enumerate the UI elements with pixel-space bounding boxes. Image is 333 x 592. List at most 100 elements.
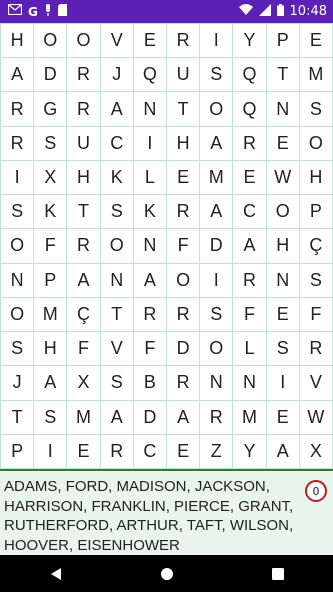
grid-letter-cell[interactable]: R [167,297,201,333]
grid-letter-cell[interactable]: E [233,160,267,196]
grid-letter-cell[interactable]: D [133,400,167,435]
grid-letter-cell[interactable]: E [266,126,300,161]
grid-letter-cell[interactable]: T [67,195,101,230]
grid-letter-cell[interactable]: S [100,195,134,230]
grid-letter-cell[interactable]: O [200,332,234,367]
grid-letter-cell[interactable]: H [1,24,35,59]
grid-letter-cell[interactable]: I [1,160,35,196]
grid-letter-cell[interactable]: Q [133,58,167,93]
grid-letter-cell[interactable]: R [1,92,35,127]
home-button[interactable] [147,559,187,589]
back-button[interactable] [36,559,76,589]
grid-letter-cell[interactable]: A [1,58,35,93]
grid-letter-cell[interactable]: M [299,58,333,93]
grid-letter-cell[interactable]: E [266,400,300,435]
grid-letter-cell[interactable]: B [133,366,167,401]
grid-letter-cell[interactable]: E [266,297,300,333]
grid-letter-cell[interactable]: C [133,434,167,469]
grid-letter-cell[interactable]: N [100,263,134,298]
grid-letter-cell[interactable]: F [233,297,267,333]
grid-letter-cell[interactable]: A [100,92,134,127]
grid-letter-cell[interactable]: G [34,92,68,127]
grid-letter-cell[interactable]: C [100,126,134,161]
grid-letter-cell[interactable]: F [133,332,167,367]
grid-letter-cell[interactable]: E [167,434,201,469]
grid-letter-cell[interactable]: O [200,92,234,127]
grid-letter-cell[interactable]: I [34,434,68,469]
grid-letter-cell[interactable]: S [200,58,234,93]
grid-letter-cell[interactable]: N [266,92,300,127]
grid-letter-cell[interactable]: Y [233,24,267,59]
grid-letter-cell[interactable]: V [299,366,333,401]
grid-letter-cell[interactable]: K [34,195,68,230]
grid-letter-cell[interactable]: R [100,434,134,469]
grid-letter-cell[interactable]: F [34,229,68,264]
grid-letter-cell[interactable]: N [233,366,267,401]
grid-letter-cell[interactable]: H [299,160,333,196]
grid-letter-cell[interactable]: X [34,160,68,196]
grid-letter-cell[interactable]: N [133,229,167,264]
grid-letter-cell[interactable]: D [200,229,234,264]
grid-letter-cell[interactable]: N [266,263,300,298]
grid-letter-cell[interactable]: A [233,229,267,264]
grid-letter-cell[interactable]: W [299,400,333,435]
grid-letter-cell[interactable]: O [1,229,35,264]
grid-letter-cell[interactable]: R [67,229,101,264]
grid-letter-cell[interactable]: A [266,434,300,469]
grid-letter-cell[interactable]: T [266,58,300,93]
grid-letter-cell[interactable]: T [100,297,134,333]
grid-letter-cell[interactable]: H [67,160,101,196]
recents-button[interactable] [258,559,298,589]
grid-letter-cell[interactable]: M [233,400,267,435]
grid-letter-cell[interactable]: I [133,126,167,161]
grid-letter-cell[interactable]: F [167,229,201,264]
grid-letter-cell[interactable]: Q [233,92,267,127]
word-search-board[interactable]: HOOVERIYPEADRJQUSQTMRGRANTOQNSRSUCIHAREO… [0,23,333,469]
grid-letter-cell[interactable]: E [133,24,167,59]
grid-letter-cell[interactable]: Z [200,434,234,469]
grid-letter-cell[interactable]: H [34,332,68,367]
grid-letter-cell[interactable]: O [299,126,333,161]
grid-letter-cell[interactable]: T [167,92,201,127]
grid-letter-cell[interactable]: P [34,263,68,298]
grid-letter-cell[interactable]: P [299,195,333,230]
grid-letter-cell[interactable]: F [299,297,333,333]
grid-letter-cell[interactable]: V [100,24,134,59]
grid-letter-cell[interactable]: W [266,160,300,196]
grid-letter-cell[interactable]: F [67,332,101,367]
grid-letter-cell[interactable]: A [67,263,101,298]
grid-letter-cell[interactable]: S [1,195,35,230]
grid-letter-cell[interactable]: C [233,195,267,230]
grid-letter-cell[interactable]: X [67,366,101,401]
grid-letter-cell[interactable]: K [133,195,167,230]
grid-letter-cell[interactable]: S [299,92,333,127]
grid-letter-cell[interactable]: K [100,160,134,196]
grid-letter-cell[interactable]: U [67,126,101,161]
grid-letter-cell[interactable]: A [133,263,167,298]
grid-letter-cell[interactable]: N [200,366,234,401]
grid-letter-cell[interactable]: E [67,434,101,469]
grid-letter-cell[interactable]: S [266,332,300,367]
grid-letter-cell[interactable]: R [167,24,201,59]
grid-letter-cell[interactable]: X [299,434,333,469]
grid-letter-cell[interactable]: R [233,126,267,161]
grid-letter-cell[interactable]: D [34,58,68,93]
grid-letter-cell[interactable]: S [34,400,68,435]
grid-letter-cell[interactable]: N [1,263,35,298]
grid-letter-cell[interactable]: R [67,92,101,127]
grid-letter-cell[interactable]: L [233,332,267,367]
grid-letter-cell[interactable]: R [67,58,101,93]
grid-letter-cell[interactable]: R [299,332,333,367]
grid-letter-cell[interactable]: D [167,332,201,367]
grid-letter-cell[interactable]: O [266,195,300,230]
grid-letter-cell[interactable]: V [100,332,134,367]
grid-letter-cell[interactable]: H [167,126,201,161]
grid-letter-cell[interactable]: Ç [299,229,333,264]
grid-letter-cell[interactable]: T [1,400,35,435]
grid-letter-cell[interactable]: I [266,366,300,401]
grid-letter-cell[interactable]: R [133,297,167,333]
grid-letter-cell[interactable]: I [200,24,234,59]
grid-letter-cell[interactable]: R [167,366,201,401]
grid-letter-cell[interactable]: E [167,160,201,196]
grid-letter-cell[interactable]: S [1,332,35,367]
